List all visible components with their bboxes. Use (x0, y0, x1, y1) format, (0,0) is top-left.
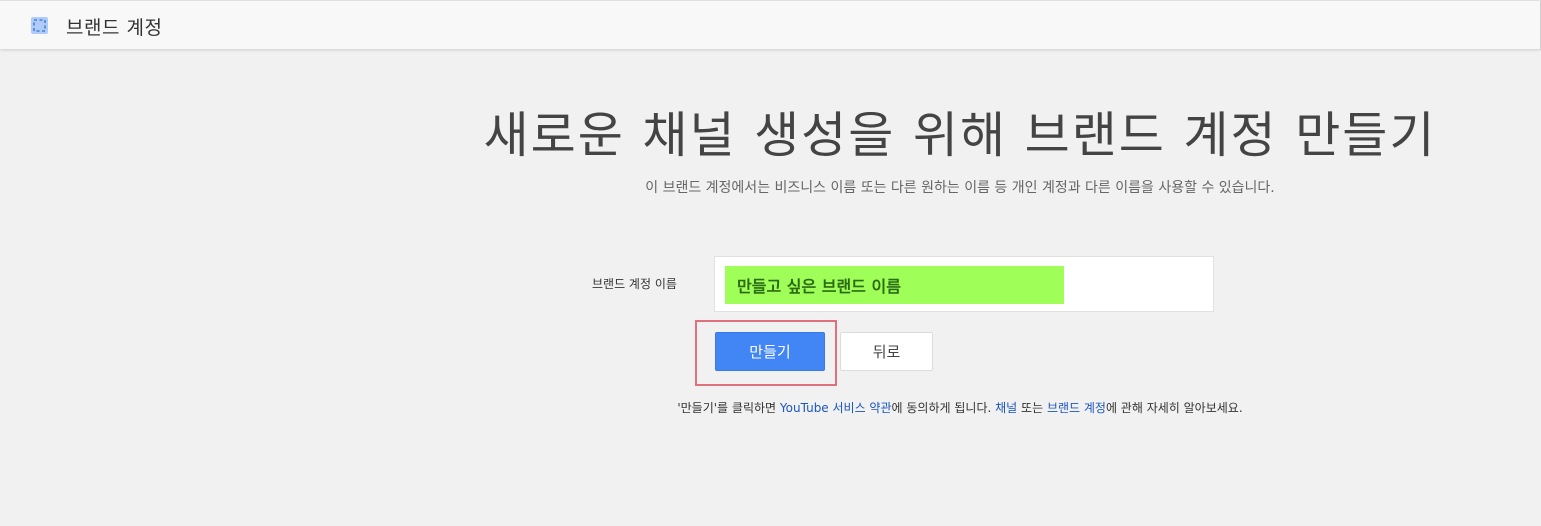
headline: 새로운 채널 생성을 위해 브랜드 계정 만들기 (483, 107, 1437, 164)
terms-prefix: '만들기'를 클릭하면 (677, 401, 780, 415)
create-button[interactable]: 만들기 (715, 332, 825, 371)
brand-name-field-container (714, 256, 1214, 312)
terms-middle: 에 동의하게 됩니다. (891, 401, 996, 415)
brand-account-link[interactable]: 브랜드 계정 (1047, 401, 1106, 415)
terms-notice: '만들기'를 클릭하면 YouTube 서비스 약관에 동의하게 됩니다. 채널… (560, 399, 1360, 416)
brand-account-icon (31, 17, 48, 34)
terms-suffix: 에 관해 자세히 알아보세요. (1105, 401, 1243, 415)
terms-or: 또는 (1017, 401, 1047, 415)
subtitle: 이 브랜드 계정에서는 비즈니스 이름 또는 다른 원하는 이름 등 개인 계정… (645, 180, 1275, 196)
channel-link[interactable]: 채널 (995, 401, 1017, 415)
back-button[interactable]: 뒤로 (840, 332, 933, 371)
brand-name-input[interactable] (725, 266, 1064, 304)
top-app-bar: 브랜드 계정 (0, 0, 1541, 50)
page-title: 브랜드 계정 (66, 17, 163, 39)
youtube-terms-link[interactable]: YouTube 서비스 약관 (780, 401, 892, 415)
brand-name-label: 브랜드 계정 이름 (592, 277, 677, 291)
